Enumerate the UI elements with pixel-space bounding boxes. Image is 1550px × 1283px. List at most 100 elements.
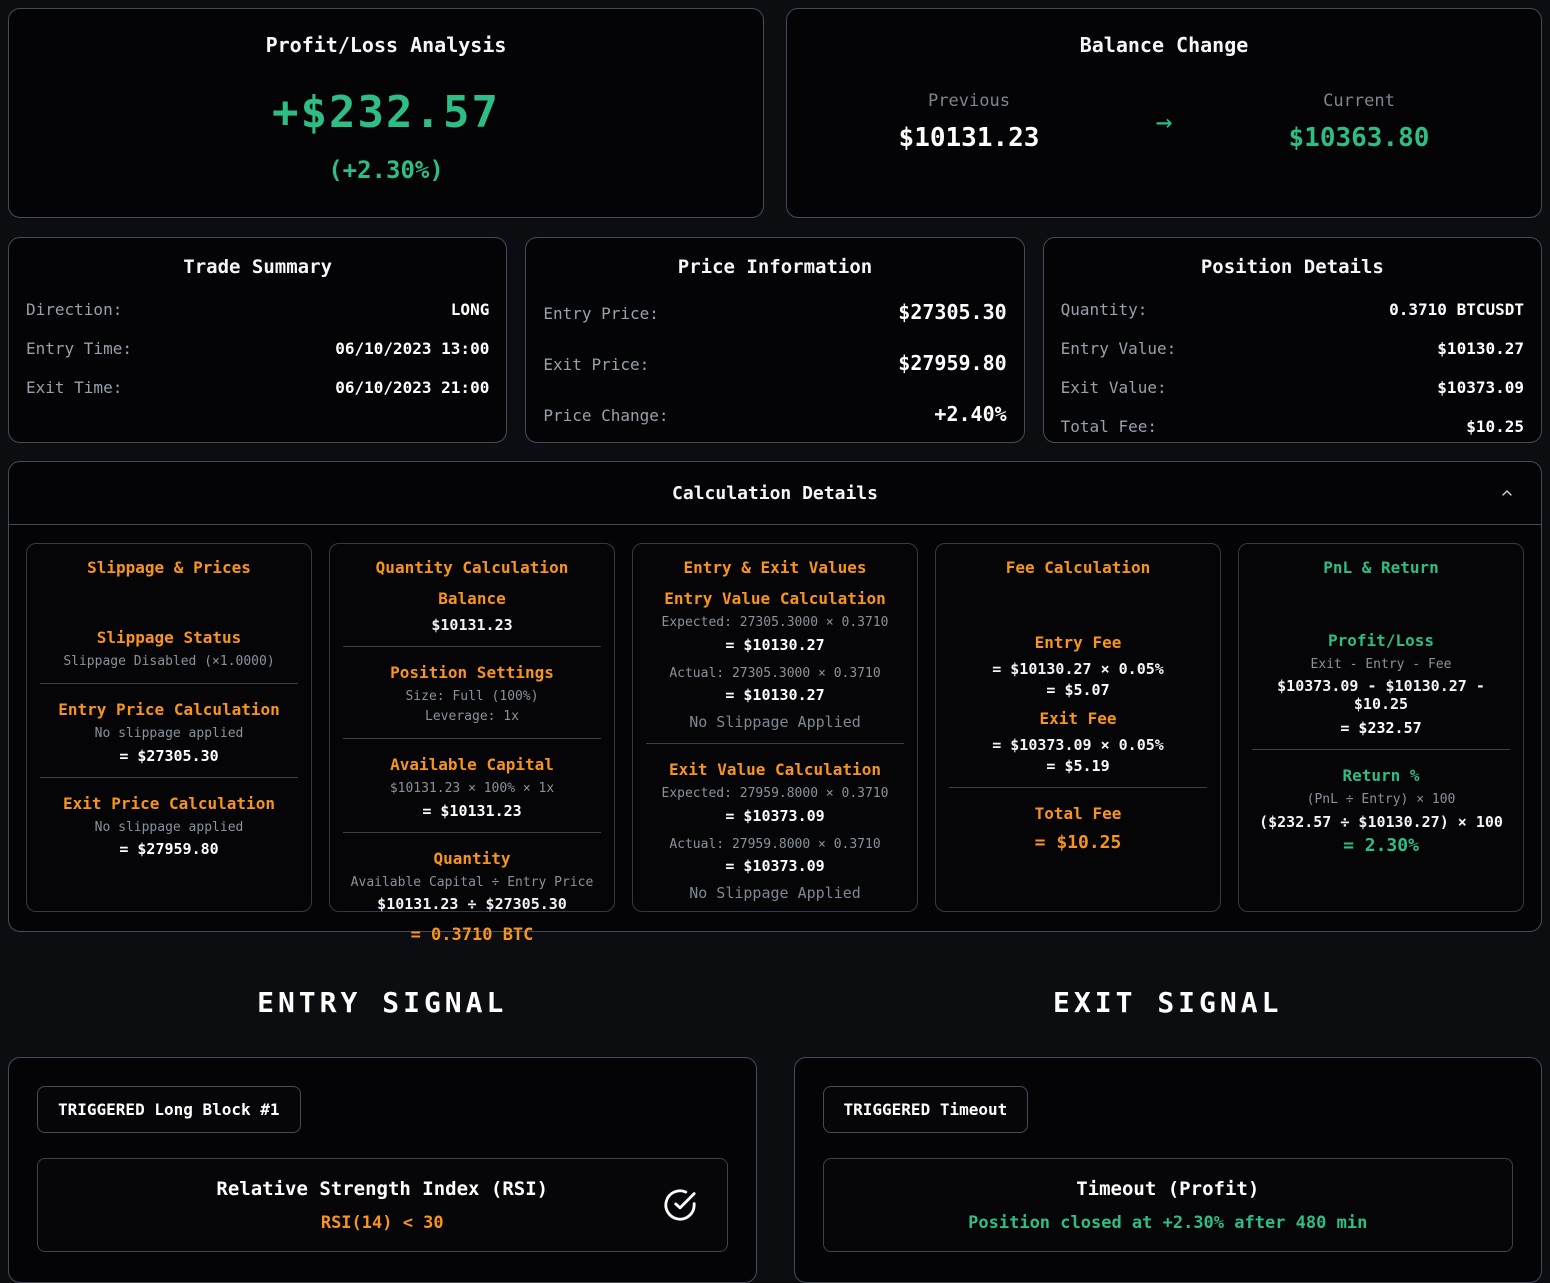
quantity-row: Quantity: 0.3710 BTCUSDT bbox=[1061, 300, 1524, 319]
available-capital-result: = $10131.23 bbox=[343, 802, 601, 820]
profit-loss-calc: $10373.09 - $10130.27 - $10.25 bbox=[1252, 677, 1510, 713]
exit-actual-result: = $10373.09 bbox=[646, 857, 904, 875]
exit-value-value: $10373.09 bbox=[1437, 378, 1524, 397]
exit-fee-formula: = $10373.09 × 0.05% bbox=[949, 736, 1207, 754]
exit-fee-result: = $5.19 bbox=[949, 757, 1207, 775]
exit-value-label: Exit Value: bbox=[1061, 378, 1167, 397]
calculation-details-header[interactable]: Calculation Details bbox=[9, 462, 1541, 525]
exit-actual-formula: Actual: 27959.8000 × 0.3710 bbox=[646, 835, 904, 855]
divider bbox=[343, 832, 601, 833]
entry-value-value: $10130.27 bbox=[1437, 339, 1524, 358]
direction-row: Direction: LONG bbox=[26, 300, 489, 319]
entry-time-value: 06/10/2023 13:00 bbox=[335, 339, 489, 358]
pnl-amount: +$232.57 bbox=[33, 87, 739, 138]
entry-price-row: Entry Price: $27305.30 bbox=[543, 300, 1006, 324]
slippage-prices-card: Slippage & Prices Slippage Status Slippa… bbox=[26, 543, 312, 912]
price-change-value: +2.40% bbox=[934, 402, 1006, 426]
exit-expected-formula: Expected: 27959.8000 × 0.3710 bbox=[646, 784, 904, 804]
signals-row: ENTRY SIGNAL TRIGGERED Long Block #1 Rel… bbox=[8, 960, 1542, 1283]
divider bbox=[40, 777, 298, 778]
entry-fee-header: Entry Fee bbox=[949, 633, 1207, 652]
price-change-row: Price Change: +2.40% bbox=[543, 402, 1006, 426]
fee-calculation-title: Fee Calculation bbox=[949, 558, 1207, 577]
total-fee-label: Total Fee: bbox=[1061, 417, 1157, 436]
total-fee-header: Total Fee bbox=[949, 804, 1207, 823]
entry-condition-detail: RSI(14) < 30 bbox=[321, 1213, 444, 1233]
exit-price-label: Exit Price: bbox=[543, 355, 649, 374]
available-capital-header: Available Capital bbox=[343, 755, 601, 774]
direction-label: Direction: bbox=[26, 300, 122, 319]
entry-time-row: Entry Time: 06/10/2023 13:00 bbox=[26, 339, 489, 358]
entry-signal-badge: TRIGGERED Long Block #1 bbox=[37, 1086, 301, 1133]
entry-value-calc-header: Entry Value Calculation bbox=[646, 589, 904, 608]
entry-expected-formula: Expected: 27305.3000 × 0.3710 bbox=[646, 613, 904, 633]
exit-price-value: $27959.80 bbox=[898, 351, 1006, 375]
exit-price-calc-note: No slippage applied bbox=[40, 818, 298, 838]
slippage-status-text: Slippage Disabled (×1.0000) bbox=[40, 652, 298, 672]
entry-fee-formula: = $10130.27 × 0.05% bbox=[949, 660, 1207, 678]
entry-price-value: $27305.30 bbox=[898, 300, 1006, 324]
exit-price-calc-header: Exit Price Calculation bbox=[40, 794, 298, 813]
profit-loss-analysis-card: Profit/Loss Analysis +$232.57 (+2.30%) bbox=[8, 8, 764, 218]
return-pct-header: Return % bbox=[1252, 766, 1510, 785]
available-capital-formula: $10131.23 × 100% × 1x bbox=[343, 779, 601, 799]
arrow-right-icon: → bbox=[1156, 108, 1173, 136]
divider bbox=[646, 743, 904, 744]
pnl-return-card: PnL & Return Profit/Loss Exit - Entry - … bbox=[1238, 543, 1524, 912]
exit-value-calc-header: Exit Value Calculation bbox=[646, 760, 904, 779]
exit-no-slippage-note: No Slippage Applied bbox=[646, 884, 904, 902]
entry-price-calc-header: Entry Price Calculation bbox=[40, 700, 298, 719]
slippage-status-header: Slippage Status bbox=[40, 628, 298, 647]
exit-price-row: Exit Price: $27959.80 bbox=[543, 351, 1006, 375]
divider bbox=[40, 683, 298, 684]
profit-loss-header: Profit/Loss bbox=[1252, 631, 1510, 650]
quantity-header: Quantity bbox=[343, 849, 601, 868]
quantity-value: 0.3710 BTCUSDT bbox=[1389, 300, 1524, 319]
exit-time-value: 06/10/2023 21:00 bbox=[335, 378, 489, 397]
balance-header: Balance bbox=[343, 589, 601, 608]
entry-time-label: Entry Time: bbox=[26, 339, 132, 358]
previous-balance-label: Previous bbox=[869, 91, 1069, 111]
entry-price-label: Entry Price: bbox=[543, 304, 659, 323]
exit-signal-heading: EXIT SIGNAL bbox=[794, 986, 1543, 1019]
previous-balance-block: Previous $10131.23 bbox=[869, 91, 1069, 153]
fee-calculation-card: Fee Calculation Entry Fee = $10130.27 × … bbox=[935, 543, 1221, 912]
balance-change-title: Balance Change bbox=[811, 33, 1517, 57]
direction-value: LONG bbox=[451, 300, 490, 319]
exit-fee-header: Exit Fee bbox=[949, 709, 1207, 728]
divider bbox=[343, 738, 601, 739]
slippage-prices-title: Slippage & Prices bbox=[40, 558, 298, 577]
quantity-label: Quantity: bbox=[1061, 300, 1148, 319]
position-settings-header: Position Settings bbox=[343, 663, 601, 682]
quantity-formula: Available Capital ÷ Entry Price bbox=[343, 873, 601, 893]
entry-condition-card: Relative Strength Index (RSI) RSI(14) < … bbox=[37, 1158, 728, 1252]
check-circle-icon bbox=[663, 1188, 697, 1222]
profit-loss-title: Profit/Loss Analysis bbox=[33, 33, 739, 57]
calculation-details-title: Calculation Details bbox=[672, 483, 878, 504]
balance-change-card: Balance Change Previous $10131.23 → Curr… bbox=[786, 8, 1542, 218]
current-balance-block: Current $10363.80 bbox=[1259, 91, 1459, 153]
entry-price-calc-result: = $27305.30 bbox=[40, 747, 298, 765]
entry-value-row: Entry Value: $10130.27 bbox=[1061, 339, 1524, 358]
entry-actual-result: = $10130.27 bbox=[646, 686, 904, 704]
entry-signal-heading: ENTRY SIGNAL bbox=[8, 986, 757, 1019]
pnl-return-title: PnL & Return bbox=[1252, 558, 1510, 577]
previous-balance-value: $10131.23 bbox=[869, 123, 1069, 153]
exit-condition-card: Timeout (Profit) Position closed at +2.3… bbox=[823, 1158, 1514, 1252]
entry-exit-values-title: Entry & Exit Values bbox=[646, 558, 904, 577]
total-fee-row: Total Fee: $10.25 bbox=[1061, 417, 1524, 436]
exit-value-row: Exit Value: $10373.09 bbox=[1061, 378, 1524, 397]
exit-condition-detail: Position closed at +2.30% after 480 min bbox=[968, 1213, 1367, 1233]
top-summary-row: Profit/Loss Analysis +$232.57 (+2.30%) B… bbox=[8, 8, 1542, 218]
exit-signal-column: EXIT SIGNAL TRIGGERED Timeout Timeout (P… bbox=[794, 960, 1543, 1283]
position-size-line: Size: Full (100%) bbox=[343, 687, 601, 707]
chevron-up-icon[interactable] bbox=[1499, 485, 1515, 501]
leverage-line: Leverage: 1x bbox=[343, 707, 601, 727]
total-fee-result: = $10.25 bbox=[949, 832, 1207, 853]
trade-info-row: Trade Summary Direction: LONG Entry Time… bbox=[8, 237, 1542, 443]
exit-price-calc-result: = $27959.80 bbox=[40, 840, 298, 858]
pnl-percent: (+2.30%) bbox=[33, 156, 739, 184]
balance-value: $10131.23 bbox=[343, 616, 601, 634]
total-fee-value: $10.25 bbox=[1466, 417, 1524, 436]
divider bbox=[949, 787, 1207, 788]
